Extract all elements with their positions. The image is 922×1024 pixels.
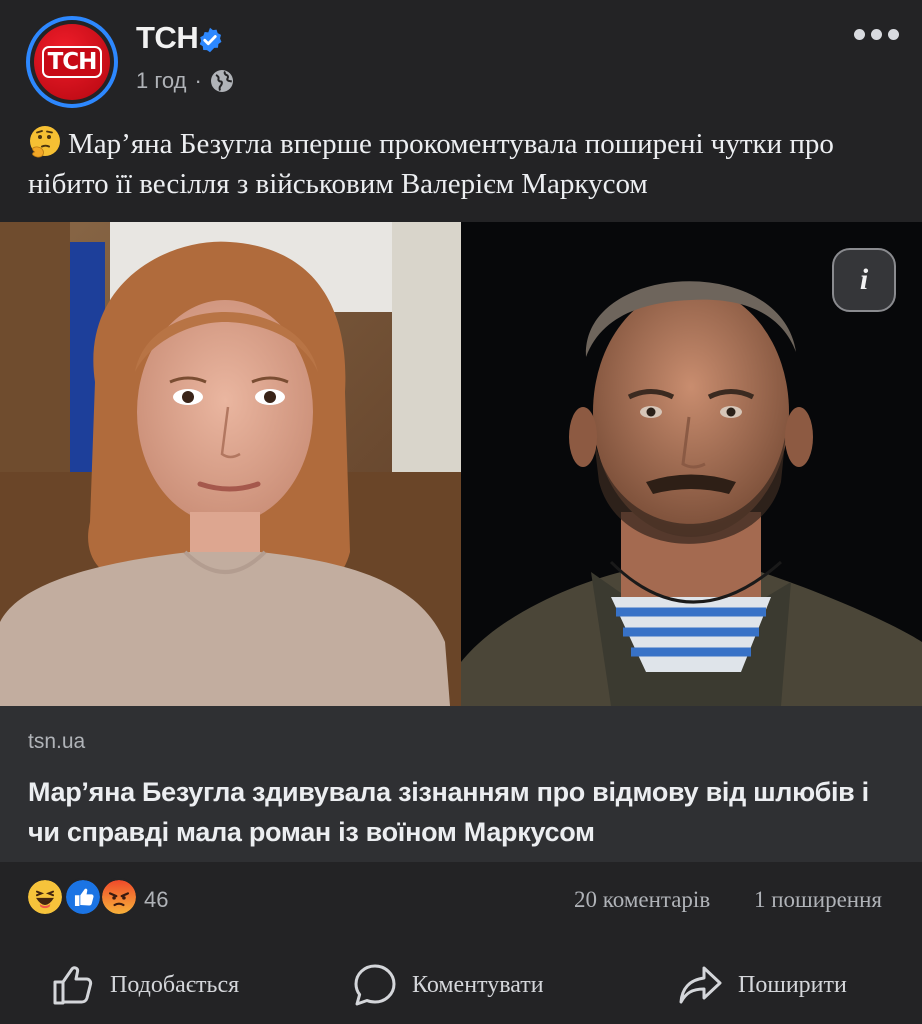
comment-bubble-icon (354, 964, 396, 1006)
reactions-summary[interactable] (26, 878, 146, 918)
angry-icon (100, 878, 138, 916)
post-caption: Мар’яна Безугла вперше прокоментувала по… (28, 124, 898, 204)
link-domain: tsn.ua (28, 730, 86, 753)
thinking-face-icon (30, 126, 60, 158)
like-button[interactable]: Подобається (50, 958, 239, 1012)
verified-badge-icon (199, 27, 222, 53)
haha-icon (26, 878, 64, 916)
info-label: i (859, 263, 869, 296)
share-label: Поширити (738, 971, 847, 998)
post-actions: Подобається Коментувати Поширити (0, 958, 922, 1012)
comments-count[interactable]: 20 коментарів (574, 887, 710, 913)
like-label: Подобається (110, 971, 240, 998)
link-preview[interactable]: tsn.ua Мар’яна Безугла здивувала зізнанн… (0, 706, 922, 862)
comment-button[interactable]: Коментувати (352, 958, 544, 1012)
comment-label: Коментувати (412, 971, 544, 998)
thumbs-up-icon (53, 966, 93, 1005)
post-header: ТСН ТСН 1 год · (0, 0, 922, 120)
like-icon (64, 878, 102, 916)
photo-woman (0, 222, 461, 706)
post-meta: 1 год · (136, 68, 234, 94)
engagement-stats: 46 20 коментарів 1 поширення (0, 870, 922, 930)
next-post-peek (0, 1016, 922, 1024)
more-options-icon[interactable] (854, 24, 902, 44)
globe-icon (210, 70, 233, 92)
avatar-logo-text: ТСН (41, 46, 103, 78)
reaction-count[interactable]: 46 (144, 887, 168, 913)
page-name[interactable]: ТСН (136, 20, 199, 56)
meta-separator: · (194, 68, 202, 93)
share-button[interactable]: Поширити (678, 958, 847, 1012)
post-time[interactable]: 1 год (136, 68, 186, 94)
post-photo[interactable] (0, 222, 922, 706)
page-avatar[interactable]: ТСН (26, 16, 118, 108)
info-icon[interactable]: i (832, 248, 896, 312)
share-arrow-icon (679, 966, 722, 1004)
link-title: Мар’яна Безугла здивувала зізнанням про … (28, 777, 869, 847)
tsn-logo: ТСН (34, 24, 110, 100)
caption-text: Мар’яна Безугла вперше прокоментувала по… (28, 128, 834, 200)
shares-count[interactable]: 1 поширення (754, 887, 882, 913)
